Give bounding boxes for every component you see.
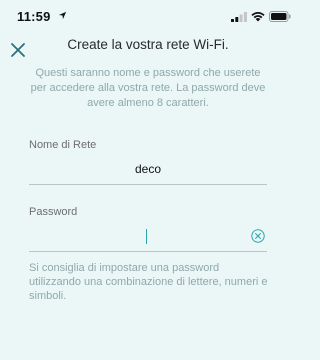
password-field[interactable] [29, 228, 249, 246]
wifi-icon [251, 12, 265, 22]
battery-icon [269, 11, 291, 22]
cellular-signal-icon [231, 12, 247, 22]
network-name-underline [29, 184, 267, 185]
password-underline [29, 251, 267, 252]
location-arrow-icon [58, 11, 67, 20]
password-label: Password [29, 206, 78, 218]
network-name-field[interactable]: deco [29, 162, 267, 176]
network-name-label: Nome di Rete [29, 139, 97, 151]
password-hint: Si consiglia di impostare una password u… [29, 262, 268, 302]
clear-icon[interactable] [251, 229, 265, 243]
page-subtitle: Questi saranno nome e password che usere… [30, 67, 266, 109]
status-time: 11:59 [17, 9, 51, 24]
status-bar: 11:59 [0, 0, 296, 34]
text-cursor [146, 229, 147, 244]
page-title: Create la vostra rete Wi-Fi. [67, 37, 229, 52]
